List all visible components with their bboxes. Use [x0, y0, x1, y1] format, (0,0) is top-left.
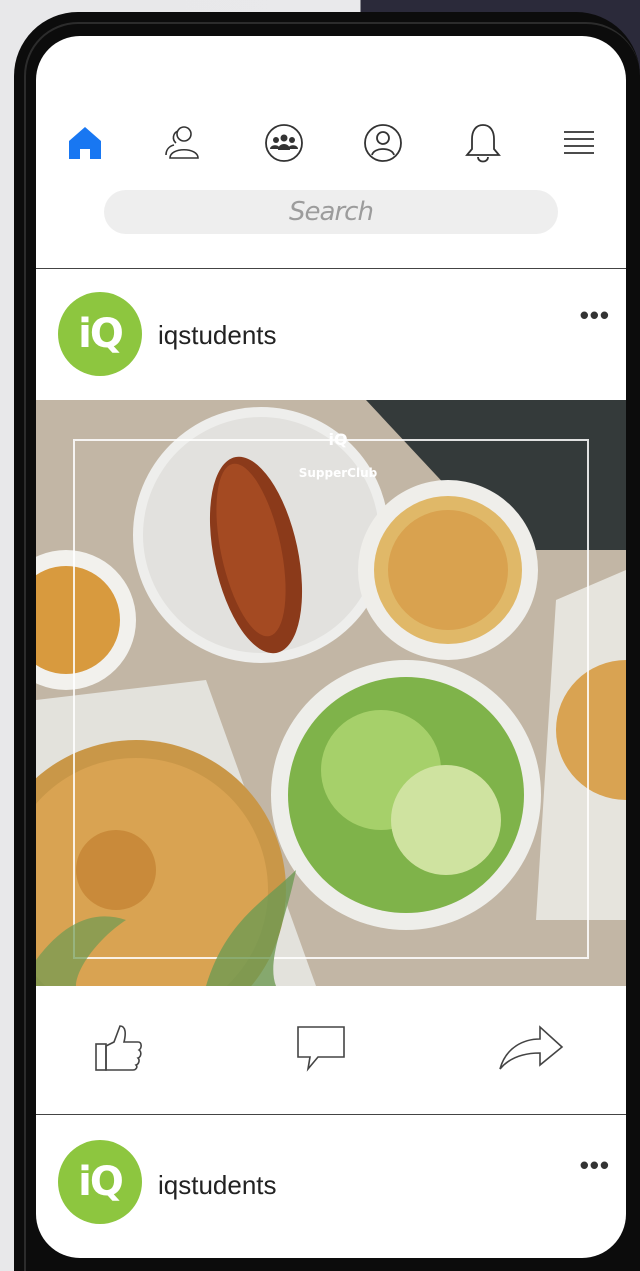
avatar[interactable]: iQ	[58, 292, 142, 376]
friends-icon[interactable]	[162, 120, 208, 166]
groups-icon[interactable]	[261, 120, 307, 166]
profile-icon[interactable]	[360, 120, 406, 166]
post-header: iQ iqstudents •••	[36, 290, 626, 380]
top-nav	[36, 120, 626, 166]
like-icon[interactable]	[84, 1016, 154, 1080]
app-screen: Search iQ iqstudents ••• iQ SupperClub i…	[36, 36, 626, 1258]
post-header: iQ iqstudents •••	[36, 1138, 626, 1228]
more-options-icon[interactable]: •••	[580, 300, 610, 331]
share-icon[interactable]	[496, 1016, 566, 1080]
notifications-icon[interactable]	[460, 120, 506, 166]
search-input[interactable]: Search	[104, 190, 558, 234]
post-username[interactable]: iqstudents	[158, 320, 277, 351]
comment-icon[interactable]	[286, 1016, 356, 1080]
watermark-brand: iQ	[328, 430, 348, 449]
post-image[interactable]: iQ SupperClub	[36, 400, 626, 986]
avatar[interactable]: iQ	[58, 1140, 142, 1224]
divider	[36, 268, 626, 269]
post-actions	[36, 1016, 626, 1080]
more-options-icon[interactable]: •••	[580, 1150, 610, 1181]
watermark-text: SupperClub	[298, 466, 378, 480]
divider	[36, 1114, 626, 1115]
menu-icon[interactable]	[556, 120, 602, 166]
post-username[interactable]: iqstudents	[158, 1170, 277, 1201]
home-icon[interactable]	[62, 120, 108, 166]
